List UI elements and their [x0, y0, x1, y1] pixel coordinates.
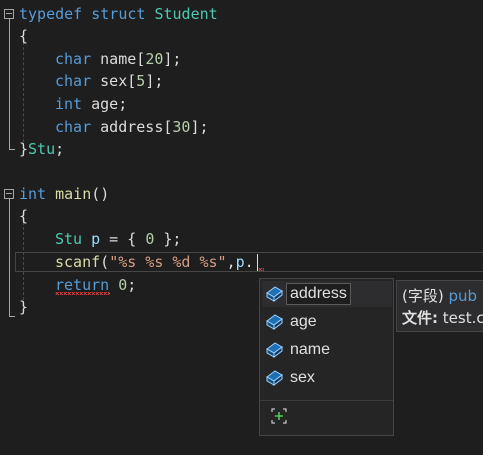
code-line-5[interactable]: int age;	[55, 93, 127, 115]
completion-item-age[interactable]: age	[262, 309, 392, 335]
string-literal: "%s %s %d %s"	[109, 253, 227, 271]
variable: p	[235, 253, 245, 271]
field-icon	[266, 286, 283, 302]
completion-list[interactable]: address age name sex	[259, 278, 394, 436]
error-squiggle	[55, 292, 110, 295]
type-keyword: char	[55, 50, 92, 68]
type-keyword: char	[55, 118, 92, 136]
open-brace: {	[19, 27, 29, 45]
expand-filter-icon[interactable]	[270, 407, 288, 425]
code-editor[interactable]: typedef struct Student { char name[20]; …	[0, 0, 483, 455]
bracket: [	[127, 72, 137, 90]
keyword: typedef	[19, 5, 83, 23]
completion-label: address	[286, 283, 351, 305]
code-line-14[interactable]: }	[19, 296, 28, 318]
semicolon: ;	[127, 276, 137, 294]
semicolon: ;	[118, 95, 128, 113]
paren: (	[100, 253, 110, 271]
number: 0	[145, 230, 155, 248]
type-keyword: int	[19, 185, 47, 203]
code-line-4[interactable]: char sex[5];	[55, 70, 163, 92]
code-line-10[interactable]: {	[19, 205, 28, 227]
quick-info-tooltip: (字段) pub 文件: test.c	[396, 280, 483, 332]
indent-guide	[23, 42, 24, 142]
fold-guide	[9, 199, 10, 316]
completion-item-address[interactable]: address	[262, 281, 392, 307]
bracket: ];	[190, 118, 209, 136]
bracket: ];	[163, 50, 182, 68]
code-line-1[interactable]: typedef struct Student	[19, 3, 218, 25]
completion-divider	[260, 400, 393, 401]
completion-label: sex	[290, 369, 315, 386]
semicolon: ;	[55, 140, 65, 158]
function-name: main	[55, 185, 92, 203]
field-icon	[266, 370, 283, 386]
operator: };	[154, 230, 182, 248]
variable: p	[91, 230, 101, 248]
completion-item-sex[interactable]: sex	[262, 365, 392, 391]
keyword: struct	[91, 5, 146, 23]
type-name: Student	[154, 5, 218, 23]
parens: ()	[91, 185, 110, 203]
fold-guide	[9, 19, 10, 149]
code-line-6[interactable]: char address[30];	[55, 116, 209, 138]
code-line-11[interactable]: Stu p = { 0 };	[55, 228, 181, 250]
field-name: age	[91, 95, 119, 113]
code-line-12[interactable]: scanf("%s %s %d %s",p.	[55, 251, 254, 273]
type-keyword: int	[55, 95, 83, 113]
bracket: [	[136, 50, 146, 68]
close-brace: }	[19, 298, 29, 316]
quick-info-kind: (字段)	[402, 287, 444, 305]
type-name: Stu	[55, 230, 83, 248]
code-line-2[interactable]: {	[19, 25, 28, 47]
quick-info-file-label: 文件:	[402, 309, 438, 327]
operator: = {	[100, 230, 146, 248]
field-icon	[266, 314, 283, 330]
fold-guide-end	[9, 316, 15, 317]
quick-info-line-1: (字段) pub	[402, 285, 483, 307]
collapse-main-icon[interactable]	[4, 189, 14, 199]
dot: .	[244, 253, 254, 271]
quick-info-keyword: pub	[448, 287, 478, 305]
number: 20	[145, 50, 164, 68]
number: 5	[136, 72, 146, 90]
comma: ,	[226, 253, 236, 271]
code-line-9[interactable]: int main()	[19, 183, 109, 205]
quick-info-line-2: 文件: test.c	[402, 307, 483, 329]
number: 30	[172, 118, 191, 136]
field-name: sex	[100, 72, 128, 90]
code-line-3[interactable]: char name[20];	[55, 48, 181, 70]
quick-info-file-value: test.c	[442, 309, 483, 327]
collapse-struct-icon[interactable]	[4, 9, 14, 19]
fold-guide-end	[9, 149, 15, 150]
code-line-7[interactable]: }Stu;	[19, 138, 64, 160]
open-brace: {	[19, 207, 29, 225]
completion-item-name[interactable]: name	[262, 337, 392, 363]
bracket: ];	[145, 72, 164, 90]
number: 0	[118, 276, 128, 294]
field-icon	[266, 342, 283, 358]
completion-label: name	[290, 341, 331, 358]
function-name: scanf	[55, 253, 101, 271]
field-name: name	[100, 50, 137, 68]
completion-label: age	[290, 313, 317, 330]
type-alias: Stu	[28, 140, 56, 158]
field-name: address	[100, 118, 164, 136]
close-brace: }	[19, 140, 29, 158]
error-squiggle	[258, 268, 264, 271]
type-keyword: char	[55, 72, 92, 90]
